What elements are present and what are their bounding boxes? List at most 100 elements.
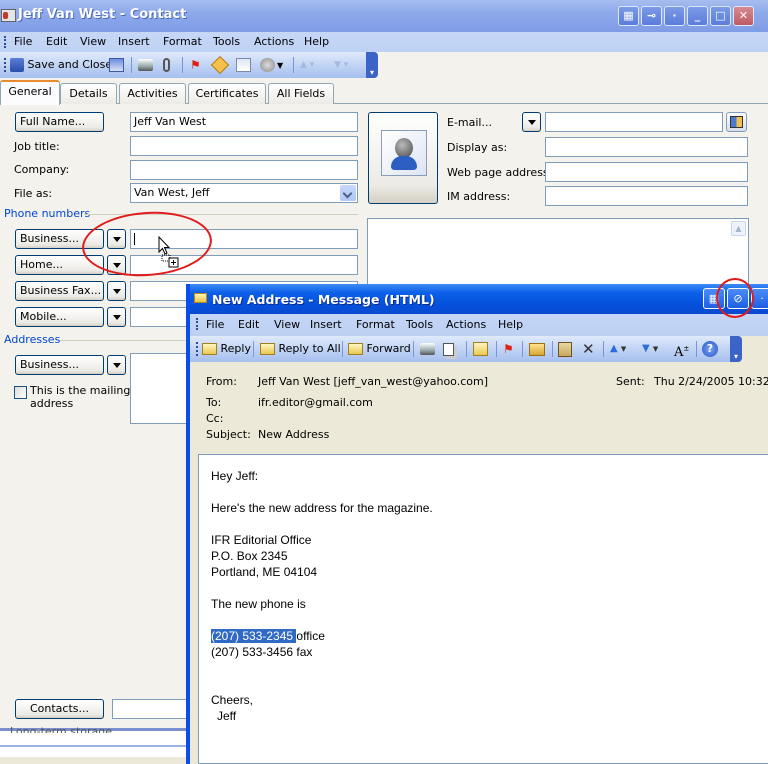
web-page-field[interactable]	[545, 162, 748, 182]
address-type-dropdown[interactable]	[107, 355, 126, 375]
file-as-combo[interactable]: Van West, Jeff	[130, 183, 358, 203]
menu-insert[interactable]: Insert	[118, 35, 150, 48]
tab-details[interactable]: Details	[60, 83, 117, 104]
menu-help[interactable]: Help	[498, 318, 523, 331]
email-type-dropdown[interactable]	[522, 112, 541, 132]
message-titlebar[interactable]: New Address - Message (HTML) ▦ ⊘ ·	[190, 284, 768, 314]
home-phone-dropdown[interactable]	[107, 255, 126, 275]
minimize-button[interactable]: _	[687, 6, 708, 26]
toolbar-options-chevron[interactable]: ▾	[730, 336, 742, 362]
display-map-button[interactable]	[210, 55, 230, 75]
menu-view[interactable]: View	[80, 35, 106, 48]
window-menu-icon[interactable]: ▦	[703, 288, 725, 309]
mobile-phone-dropdown[interactable]	[107, 307, 126, 327]
chevron-down-icon[interactable]	[340, 185, 356, 201]
im-address-field[interactable]	[545, 186, 748, 206]
menu-tools[interactable]: Tools	[213, 35, 240, 48]
follow-up-flag-button[interactable]: ⚑	[190, 56, 201, 74]
message-body[interactable]: Hey Jeff: Here's the new address for the…	[198, 454, 768, 764]
menu-file[interactable]: File	[14, 35, 32, 48]
contact-titlebar[interactable]: Jeff Van West - Contact ▦ ⊸ · _ □ ✕	[0, 0, 768, 32]
next-item-button[interactable]: ▼ ▾	[334, 56, 348, 74]
menu-tools[interactable]: Tools	[406, 318, 433, 331]
selected-office-phone[interactable]: (207) 533-2345	[211, 629, 297, 643]
pin-icon[interactable]: ⊘	[727, 288, 749, 309]
rollup-icon[interactable]: ·	[664, 6, 685, 26]
forward-button[interactable]: Forward	[348, 340, 411, 358]
address-type-button[interactable]: Business...	[15, 355, 104, 375]
full-name-field[interactable]: Jeff Van West	[130, 112, 358, 132]
menu-edit[interactable]: Edit	[46, 35, 67, 48]
reply-button[interactable]: Reply	[202, 340, 251, 358]
signature: Jeff	[217, 709, 237, 723]
email-label[interactable]: E-mail...	[447, 116, 492, 129]
company-field[interactable]	[130, 160, 358, 180]
mailing-address-checkbox[interactable]	[14, 386, 27, 399]
menu-actions[interactable]: Actions	[254, 35, 294, 48]
business-phone-button[interactable]: Business...	[15, 229, 104, 249]
close-button[interactable]: ✕	[733, 6, 754, 26]
maximize-button[interactable]: □	[710, 6, 731, 26]
home-phone-button[interactable]: Home...	[15, 255, 104, 275]
menu-file[interactable]: File	[206, 318, 224, 331]
font-size-button[interactable]: A±	[674, 340, 689, 360]
contacts-field[interactable]	[112, 699, 192, 719]
previous-item-button[interactable]: ▲ ▾	[300, 56, 314, 74]
attach-button[interactable]	[163, 56, 170, 74]
save-and-close-button[interactable]: Save and Close	[10, 56, 112, 74]
contacts-button[interactable]: Contacts...	[15, 699, 104, 719]
add-contact-picture-button[interactable]	[368, 112, 438, 204]
address-textarea[interactable]	[130, 353, 190, 424]
delete-button[interactable]: ✕	[582, 340, 595, 358]
business-phone-dropdown[interactable]	[107, 229, 126, 249]
reply-all-button[interactable]: Reply to All	[260, 340, 341, 358]
email-field[interactable]	[545, 112, 723, 132]
tab-activities[interactable]: Activities	[119, 83, 186, 104]
menu-view[interactable]: View	[274, 318, 300, 331]
from-value[interactable]: Jeff Van West [jeff_van_west@yahoo.com]	[258, 375, 488, 388]
business-fax-dropdown[interactable]	[107, 281, 126, 301]
menu-insert[interactable]: Insert	[310, 318, 342, 331]
toolbar-options-chevron[interactable]: ▾	[366, 52, 378, 78]
menu-format[interactable]: Format	[356, 318, 395, 331]
help-button[interactable]: ?	[702, 340, 718, 358]
scroll-up-arrow[interactable]: ▲	[731, 221, 746, 236]
folder-item[interactable]: Long-term storage	[10, 725, 112, 733]
display-as-field[interactable]	[545, 137, 748, 157]
addresses-heading: Addresses	[4, 333, 61, 346]
address-book-button[interactable]	[726, 112, 747, 132]
menu-format[interactable]: Format	[163, 35, 202, 48]
autodialer-button[interactable]: ▼	[260, 56, 283, 74]
menu-help[interactable]: Help	[304, 35, 329, 48]
full-name-button[interactable]: Full Name...	[15, 112, 104, 132]
print-button[interactable]	[420, 340, 435, 358]
pin-icon[interactable]: ⊸	[641, 6, 662, 26]
paste-button[interactable]	[558, 340, 572, 358]
move-to-junk-button[interactable]	[473, 340, 488, 358]
tab-certificates[interactable]: Certificates	[188, 83, 266, 104]
follow-up-flag-button[interactable]: ⚑	[503, 340, 514, 358]
rollup-icon[interactable]: ·	[751, 288, 768, 309]
tab-general[interactable]: General	[0, 80, 60, 105]
job-title-field[interactable]	[130, 136, 358, 156]
previous-item-button[interactable]: ▲ ▼	[610, 340, 626, 358]
to-value[interactable]: ifr.editor@gmail.com	[258, 396, 373, 409]
menu-actions[interactable]: Actions	[446, 318, 486, 331]
copy-button[interactable]	[443, 340, 454, 358]
menu-edit[interactable]: Edit	[238, 318, 259, 331]
mobile-phone-button[interactable]: Mobile...	[15, 307, 104, 327]
next-item-button[interactable]: ▼ ▼	[642, 340, 658, 358]
window-menu-icon[interactable]: ▦	[618, 6, 639, 26]
new-message-to-contact-button[interactable]	[236, 56, 251, 74]
company-label: Company:	[14, 163, 70, 176]
grip-handle[interactable]	[4, 58, 6, 72]
save-as-vcard-button[interactable]	[109, 56, 124, 74]
chevron-down-icon: ▼	[277, 61, 284, 70]
grip-handle[interactable]	[4, 36, 6, 48]
grip-handle[interactable]	[196, 318, 198, 330]
grip-handle[interactable]	[196, 342, 198, 356]
business-fax-button[interactable]: Business Fax...	[15, 281, 104, 301]
tab-all-fields[interactable]: All Fields	[268, 83, 334, 104]
print-button[interactable]	[138, 56, 153, 74]
move-to-folder-button[interactable]	[529, 340, 545, 358]
